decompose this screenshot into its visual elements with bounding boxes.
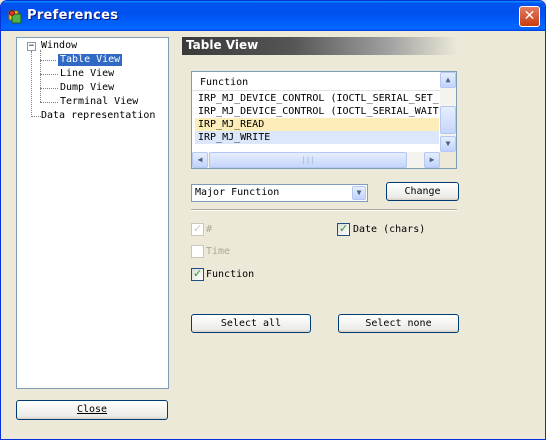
date-checkbox[interactable]: ✓ [337,222,350,236]
change-button[interactable]: Change [386,182,459,201]
panel-header: Table View [182,37,457,55]
list-item[interactable]: IRP_MJ_DEVICE_CONTROL (IOCTL_SERIAL_WAIT… [195,105,439,118]
change-button-label: Change [404,186,441,197]
list-horizontal-scrollbar[interactable]: ◀ ||| ▶ [192,152,440,168]
scroll-down-button[interactable]: ▼ [440,136,456,152]
arrow-up-icon: ▲ [445,75,451,84]
horizontal-scroll-thumb[interactable]: ||| [209,152,407,168]
list-vertical-scrollbar[interactable]: ▲ ▼ [440,72,456,152]
time-checkbox-label: Time [206,246,231,257]
scroll-right-button[interactable]: ▶ [424,152,440,168]
tree-guide-line [40,102,58,103]
close-button[interactable]: Close [16,400,168,420]
tree-guide-line [40,88,58,89]
tree-guide-line [40,60,58,61]
filter-selected-value: Major Function [195,187,280,198]
close-button-label: Close [76,404,108,415]
preferences-tree[interactable]: − Window Table View Line View Dump View … [16,37,169,389]
select-none-button-label: Select none [365,318,432,329]
grip-icon: ||| [301,156,315,164]
checkmark-icon: ✓ [193,222,203,235]
hash-checkbox[interactable]: ✓ [191,222,204,236]
tree-item-table-view[interactable]: Table View [56,53,124,67]
tree-item-terminal-view[interactable]: Terminal View [58,96,140,108]
chevron-down-icon: ▼ [356,188,362,197]
close-icon: ✕ [523,8,536,24]
scroll-left-button[interactable]: ◀ [192,152,208,168]
tree-item-window[interactable]: Window [39,40,79,52]
dropdown-button[interactable]: ▼ [352,186,366,200]
window-close-button[interactable]: ✕ [519,6,540,27]
arrow-left-icon: ◀ [197,155,203,164]
window-title: Preferences [27,8,119,23]
tree-guide-line [40,74,58,75]
separator [191,209,457,211]
vertical-scroll-thumb[interactable] [440,106,456,134]
preferences-window: Preferences ✕ − Window Table View Line V… [0,0,546,440]
select-none-button[interactable]: Select none [338,314,459,333]
list-item[interactable]: IRP_MJ_WRITE [195,131,439,144]
tree-guide-line [40,50,41,102]
time-checkbox[interactable] [191,245,204,258]
select-all-button-label: Select all [220,318,282,329]
tree-item-line-view[interactable]: Line View [58,68,116,80]
hash-checkbox-label: # [206,224,213,235]
function-list[interactable]: Function IRP_MJ_DEVICE_CONTROL (IOCTL_SE… [191,71,457,169]
function-checkbox[interactable]: ✓ [191,267,204,281]
column-header-function: Function [200,77,249,88]
arrow-down-icon: ▼ [445,139,451,148]
tree-item-data-representation[interactable]: Data representation [39,110,157,122]
tree-guide-line [31,51,32,115]
list-item[interactable]: IRP_MJ_READ [195,118,439,131]
tree-expander-window[interactable]: − [27,42,36,51]
arrow-right-icon: ▶ [429,155,435,164]
list-column-header[interactable]: Function [192,72,440,91]
scroll-up-button[interactable]: ▲ [440,72,456,88]
date-checkbox-label: Date (chars) [353,224,426,235]
list-item[interactable]: IRP_MJ_DEVICE_CONTROL (IOCTL_SERIAL_SET_ [195,92,439,105]
function-checkbox-label: Function [206,269,255,280]
function-filter-select[interactable]: Major Function ▼ [191,184,368,202]
checkmark-icon: ✓ [193,267,203,280]
select-all-button[interactable]: Select all [191,314,311,333]
panel-title: Table View [186,38,259,52]
app-icon [8,10,22,24]
title-bar[interactable]: Preferences ✕ [1,1,545,31]
tree-item-dump-view[interactable]: Dump View [58,82,116,94]
checkmark-icon: ✓ [339,222,349,235]
scrollbar-corner [440,152,456,168]
